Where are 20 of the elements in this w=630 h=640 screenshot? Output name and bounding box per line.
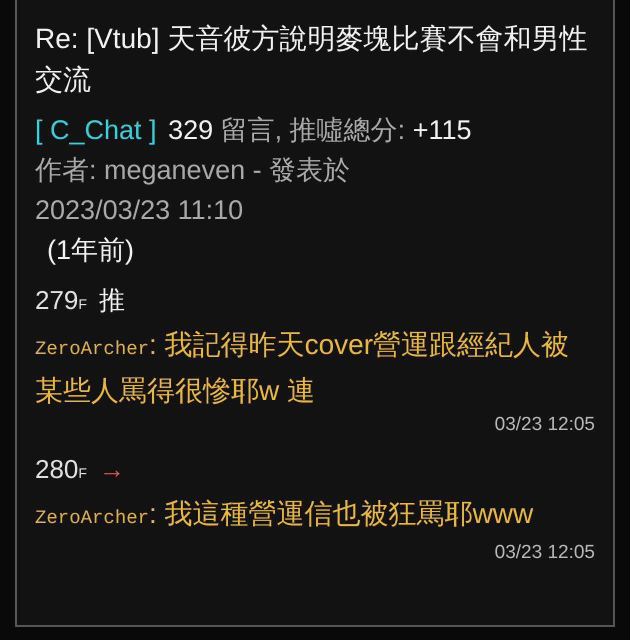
comment-text: ZeroArcher: 我這種營運信也被狂罵耶www (35, 497, 534, 531)
comment-text: ZeroArcher: 我記得昨天cover營運跟經紀人被某些人罵得很慘耶w 連 (35, 328, 570, 408)
comment-tag: 推 (98, 282, 125, 318)
author-line: 作者: meganeven - 發表於 (35, 154, 352, 187)
comment-time: 03/23 12:05 (494, 413, 595, 437)
comment-tag: → (98, 451, 125, 487)
score: +115 (412, 115, 472, 145)
post-age: (1年前) (46, 234, 135, 267)
floor-suffix: F (78, 295, 87, 314)
floor-number: 279 (35, 284, 78, 317)
post-title: Re: [Vtub] 天音彼方說明麥塊比賽不會和男性交流 (35, 22, 588, 97)
comment-author[interactable]: ZeroArcher (35, 507, 150, 529)
count-label: 留言, 推噓總分: (220, 115, 406, 145)
comment-count: 329 (168, 115, 214, 145)
comment-author[interactable]: ZeroArcher (35, 338, 150, 360)
post-date: 2023/03/23 11:10 (35, 194, 244, 227)
floor-number: 280 (35, 453, 78, 486)
board-link[interactable]: [ C_Chat ] (35, 115, 157, 145)
floor-suffix: F (78, 464, 87, 483)
comment-time: 03/23 12:05 (494, 541, 595, 565)
